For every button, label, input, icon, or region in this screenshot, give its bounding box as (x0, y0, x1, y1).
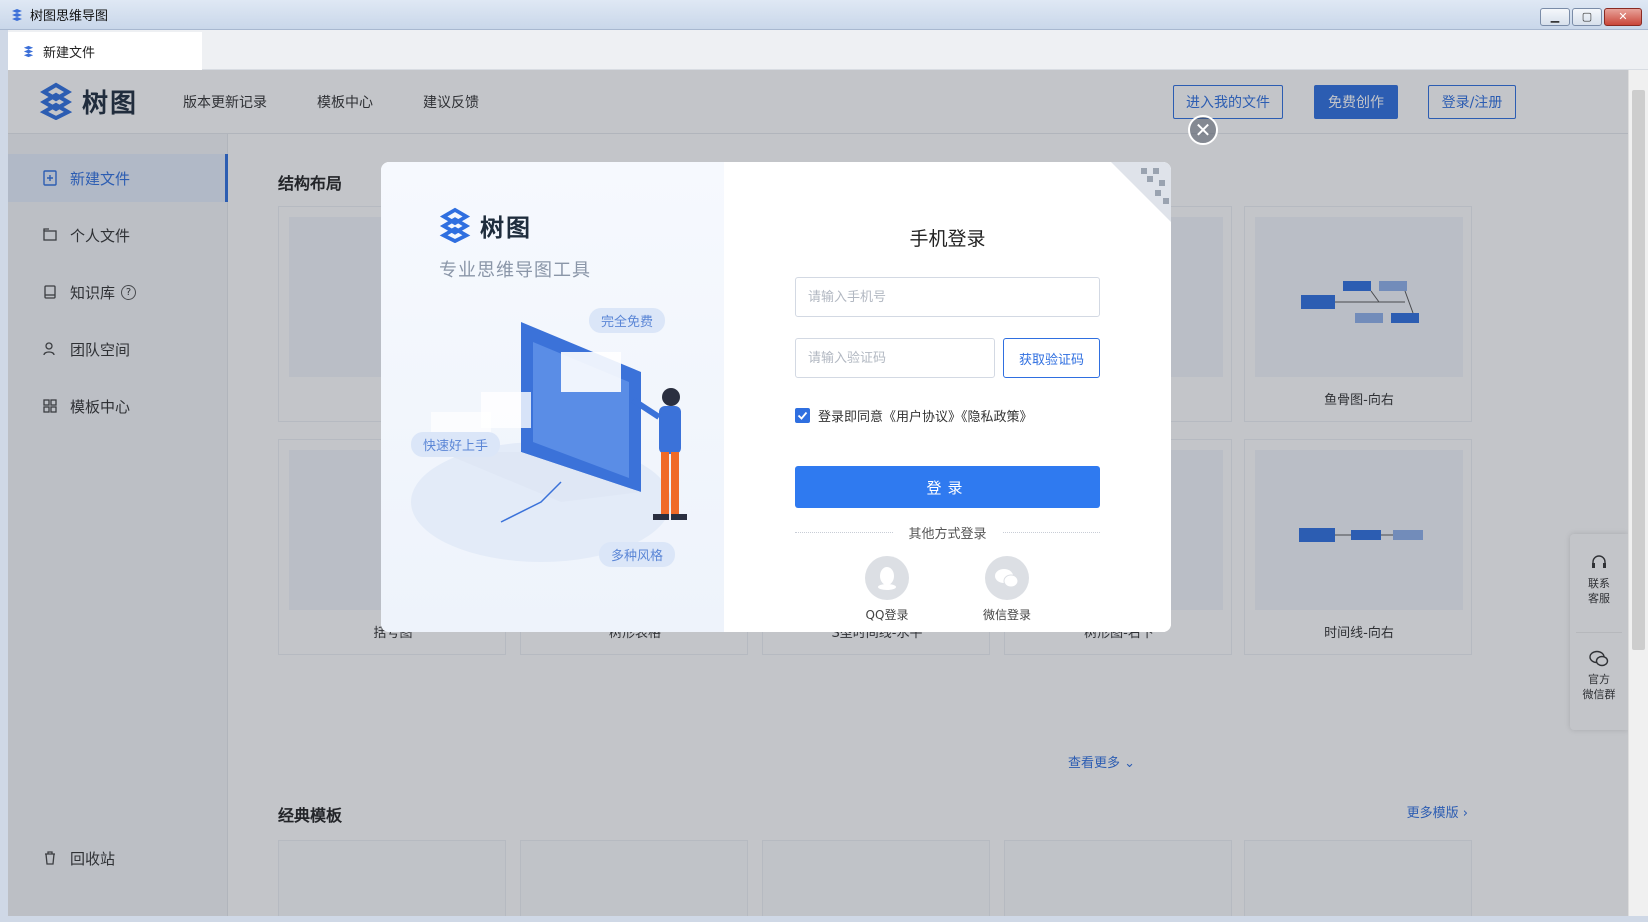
qq-login-button[interactable]: QQ登录 (847, 556, 927, 623)
modal-brand-name: 树图 (480, 213, 532, 242)
app-logo-icon (12, 8, 22, 21)
app-logo-icon (23, 45, 34, 57)
wechat-icon (985, 556, 1029, 600)
shutu-logo-icon (439, 207, 471, 243)
tab-new-file[interactable]: 新建文件 (8, 32, 202, 70)
login-button[interactable]: 登录 (795, 466, 1100, 508)
modal-illustration-panel: 树图 专业思维导图工具 完全免费 快速好上手 多种风格 (381, 162, 724, 632)
verification-code-input[interactable] (795, 338, 995, 378)
qq-icon (865, 556, 909, 600)
wechat-login-button[interactable]: 微信登录 (967, 556, 1047, 623)
close-window-button[interactable]: ✕ (1604, 8, 1642, 26)
scrollbar-thumb[interactable] (1632, 90, 1645, 650)
modal-brand-logo: 树图 (438, 207, 532, 243)
agreement-text[interactable]: 登录即同意《用户协议》《隐私政策》 (818, 406, 1033, 425)
vertical-scrollbar[interactable] (1628, 70, 1648, 916)
login-title: 手机登录 (909, 228, 986, 250)
close-modal-icon[interactable]: ✕ (1188, 115, 1218, 145)
qr-code-toggle-icon[interactable] (1111, 162, 1171, 222)
other-login-label: 其他方式登录 (908, 526, 987, 542)
agreement-checkbox[interactable] (795, 408, 810, 423)
agreement-row: 登录即同意《用户协议》《隐私政策》 (795, 406, 1033, 425)
maximize-button[interactable]: ▢ (1572, 8, 1602, 26)
window-titlebar: 树图思维导图 ▁ ▢ ✕ (0, 0, 1648, 30)
minimize-button[interactable]: ▁ (1540, 8, 1570, 26)
wechat-login-label: 微信登录 (982, 608, 1031, 622)
pill-free: 完全免费 (589, 308, 666, 333)
tab-label: 新建文件 (43, 45, 96, 61)
pill-easy: 快速好上手 (411, 432, 501, 457)
login-modal: 树图 专业思维导图工具 完全免费 快速好上手 多种风格 手机登录 请输入手机号 … (381, 162, 1171, 632)
phone-input[interactable] (795, 277, 1100, 317)
other-login-divider: 其他方式登录 (795, 524, 1101, 542)
window-title: 树图思维导图 (30, 9, 109, 24)
check-icon (797, 411, 808, 420)
tab-bar: 新建文件 (8, 30, 1648, 70)
divider-line (795, 531, 893, 533)
get-code-button[interactable]: 获取验证码 (1003, 338, 1100, 378)
login-form-panel: 手机登录 (724, 162, 1171, 632)
divider-line (1002, 531, 1101, 533)
modal-slogan: 专业思维导图工具 (439, 260, 591, 281)
qq-login-label: QQ登录 (865, 608, 909, 622)
pill-styles: 多种风格 (599, 542, 676, 567)
